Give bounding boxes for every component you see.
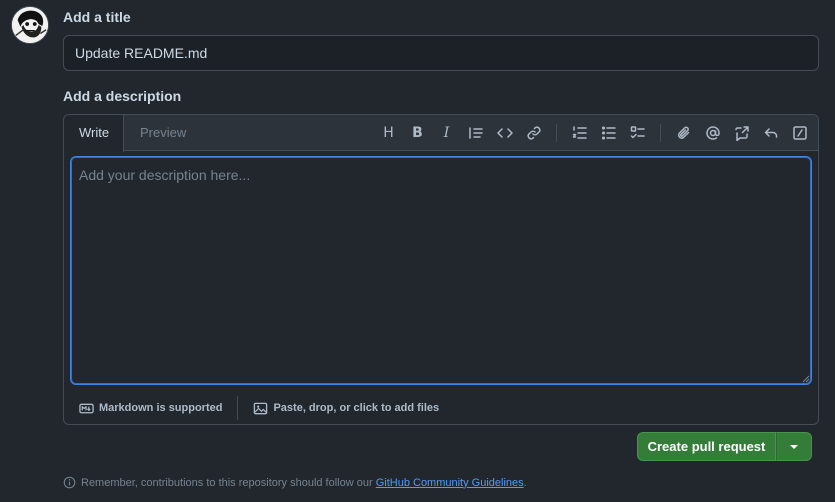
unordered-list-icon [601, 126, 616, 140]
link-icon [526, 126, 541, 140]
note-suffix: . [523, 476, 527, 489]
contribution-note: Remember, contributions to this reposito… [63, 476, 527, 489]
create-pull-request-button[interactable]: Create pull request [637, 432, 776, 461]
heading-icon: H [383, 125, 394, 141]
markdown-supported-link[interactable]: Markdown is supported [64, 401, 237, 416]
code-icon [496, 128, 513, 138]
italic-icon: I [443, 125, 450, 141]
add-files-button[interactable]: Paste, drop, or click to add files [238, 401, 454, 416]
toolbar-divider [556, 124, 557, 142]
bold-button[interactable]: B [403, 119, 432, 147]
note-text: Remember, contributions to this reposito… [81, 477, 527, 489]
link-button[interactable] [519, 119, 548, 147]
reply-icon [764, 128, 777, 138]
cross-reference-icon [734, 126, 749, 141]
code-button[interactable] [490, 119, 519, 147]
editor-header: Write Preview H B I [64, 115, 818, 152]
task-list-icon [630, 126, 645, 139]
tab-write[interactable]: Write [64, 115, 124, 152]
bold-icon: B [412, 125, 423, 141]
description-textarea[interactable] [70, 156, 812, 385]
slash-command-icon [792, 126, 807, 140]
markdown-toolbar: H B I [374, 115, 814, 151]
ordered-list-button[interactable] [565, 119, 594, 147]
tab-preview[interactable]: Preview [125, 115, 201, 151]
image-icon [254, 402, 268, 414]
italic-button[interactable]: I [432, 119, 461, 147]
quote-icon [468, 127, 483, 139]
reply-button[interactable] [756, 119, 785, 147]
community-guidelines-link[interactable]: GitHub Community Guidelines [376, 477, 524, 489]
info-icon [63, 476, 76, 489]
ordered-list-icon [572, 126, 587, 139]
paperclip-icon [677, 126, 689, 139]
unordered-list-button[interactable] [594, 119, 623, 147]
quote-button[interactable] [461, 119, 490, 147]
description-label: Add a description [63, 88, 182, 104]
toolbar-divider [660, 124, 661, 142]
markdown-note: Markdown is supported [99, 402, 223, 414]
avatar[interactable] [11, 6, 49, 44]
heading-button[interactable]: H [374, 119, 403, 147]
markdown-editor: Write Preview H B I Add your description… [63, 114, 819, 425]
mention-button[interactable] [698, 119, 727, 147]
create-pull-request-group: Create pull request [637, 432, 812, 461]
task-list-button[interactable] [623, 119, 652, 147]
slash-command-button[interactable] [785, 119, 814, 147]
attach-button[interactable] [669, 119, 698, 147]
markdown-icon [79, 403, 94, 413]
create-options-dropdown[interactable] [776, 432, 812, 461]
chevron-down-icon [790, 444, 798, 449]
cross-reference-button[interactable] [727, 119, 756, 147]
title-label: Add a title [63, 9, 131, 25]
resize-grip-icon[interactable] [800, 373, 810, 383]
note-prefix: Remember, contributions to this reposito… [81, 476, 373, 489]
mention-icon [705, 126, 720, 140]
editor-footer: Markdown is supported Paste, drop, or cl… [64, 391, 818, 425]
title-input[interactable] [63, 35, 819, 71]
add-files-note: Paste, drop, or click to add files [273, 402, 440, 414]
